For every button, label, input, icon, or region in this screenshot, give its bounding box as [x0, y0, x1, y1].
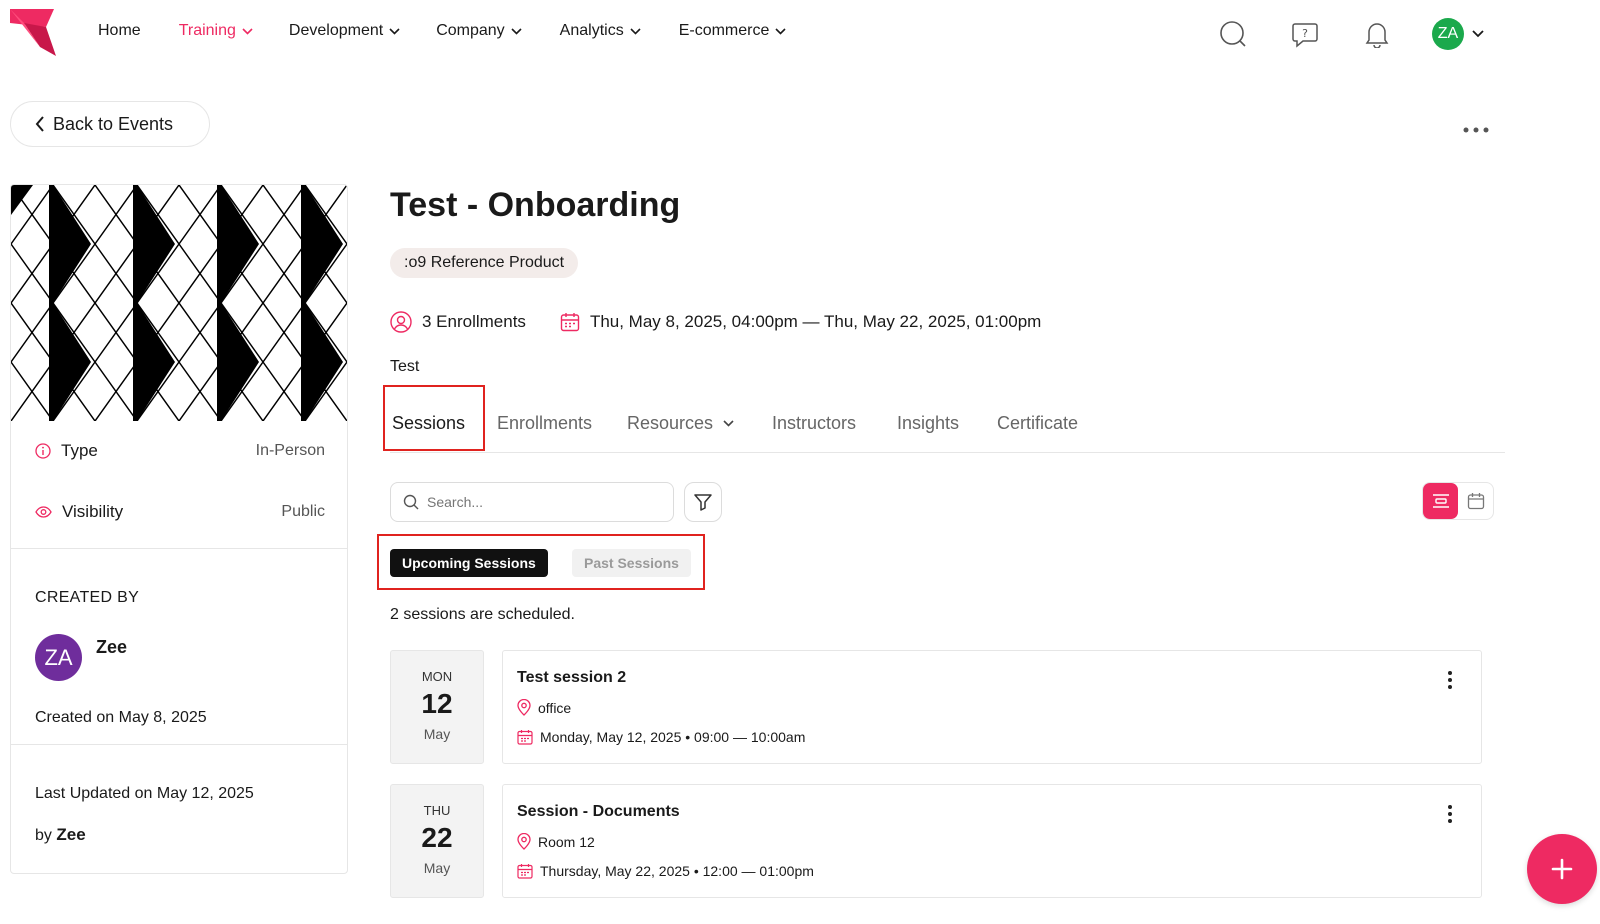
filter-icon [694, 494, 712, 511]
session-title: Session - Documents [517, 803, 680, 820]
type-value: In-Person [255, 442, 325, 459]
divider [11, 744, 347, 745]
created-by-label: CREATED BY [35, 589, 140, 606]
app-logo[interactable] [10, 9, 58, 57]
session-time: Thursday, May 22, 2025 • 12:00 — 01:00pm [517, 863, 814, 879]
nav-development[interactable]: Development [289, 22, 400, 40]
event-tabs: Sessions Enrollments Resources Instructo… [390, 393, 1505, 453]
event-summary-card: Type In-Person Visibility Public CREATED… [10, 184, 348, 874]
session-day: 22 [421, 822, 453, 853]
session-day: 12 [421, 688, 453, 719]
enrollments-count: 3 Enrollments [390, 311, 526, 333]
view-toggle [1422, 482, 1494, 520]
filter-button[interactable] [684, 482, 722, 522]
location-pin-icon [517, 699, 531, 716]
session-weekday: MON [421, 669, 453, 684]
tab-resources[interactable]: Resources [627, 393, 734, 453]
chevron-down-icon [242, 27, 253, 35]
back-to-events-label: Back to Events [53, 113, 174, 134]
session-date-box: MON 12 May [390, 650, 484, 764]
session-time-text: Thursday, May 22, 2025 • 12:00 — 01:00pm [540, 863, 814, 879]
back-to-events-button[interactable]: Back to Events [10, 101, 210, 147]
updated-by-text: by Zee [35, 825, 86, 845]
chevron-left-icon [35, 116, 44, 132]
location-pin-icon [517, 833, 531, 850]
session-time-text: Monday, May 12, 2025 • 09:00 — 10:00am [540, 729, 806, 745]
type-label: Type [61, 441, 98, 460]
info-icon [35, 443, 51, 459]
visibility-label: Visibility [62, 502, 124, 521]
tab-certificate[interactable]: Certificate [997, 393, 1078, 453]
calendar-icon [517, 730, 533, 745]
session-card[interactable]: Test session 2 office Monday, May 12, 20… [502, 650, 1482, 764]
tab-resources-label: Resources [627, 412, 714, 433]
event-main: Test - Onboarding :o9 Reference Product … [377, 0, 1505, 924]
chevron-down-icon [723, 419, 734, 427]
session-time: Monday, May 12, 2025 • 09:00 — 10:00am [517, 729, 805, 745]
tab-insights[interactable]: Insights [897, 393, 959, 453]
page-title: Test - Onboarding [390, 186, 681, 224]
sessions-count-text: 2 sessions are scheduled. [390, 606, 575, 623]
list-view-icon[interactable] [1423, 483, 1458, 519]
event-type-row: Type In-Person [11, 436, 347, 466]
event-date-range-text: Thu, May 8, 2025, 04:00pm — Thu, May 22,… [589, 312, 1042, 331]
search-icon [403, 494, 419, 510]
session-month: May [423, 726, 451, 742]
creator-avatar: ZA [35, 634, 82, 681]
updated-by-prefix: by [35, 827, 52, 844]
event-visibility-row: Visibility Public [11, 497, 347, 527]
nav-home-label: Home [98, 22, 141, 39]
plus-icon [1551, 858, 1573, 880]
session-location-text: Room 12 [538, 833, 595, 850]
product-chip: :o9 Reference Product [390, 248, 579, 278]
calendar-icon [560, 313, 580, 332]
event-date-range: Thu, May 8, 2025, 04:00pm — Thu, May 22,… [560, 312, 1041, 332]
nav-home[interactable]: Home [98, 22, 141, 40]
session-location-text: office [538, 699, 572, 716]
nav-training[interactable]: Training [179, 22, 253, 40]
creator-name: Zee [96, 637, 128, 657]
calendar-icon [517, 864, 533, 879]
past-sessions-toggle[interactable]: Past Sessions [572, 549, 691, 577]
updated-by-name: Zee [56, 825, 86, 844]
kebab-menu-icon[interactable] [1448, 805, 1459, 828]
upcoming-sessions-toggle[interactable]: Upcoming Sessions [390, 549, 548, 577]
session-location: Room 12 [517, 833, 595, 850]
tab-sessions[interactable]: Sessions [392, 393, 465, 453]
divider [11, 548, 347, 549]
session-title: Test session 2 [517, 669, 627, 686]
created-on-text: Created on May 8, 2025 [35, 709, 207, 726]
tab-enrollments[interactable]: Enrollments [497, 393, 592, 453]
session-search[interactable] [390, 482, 674, 522]
nav-training-label: Training [178, 22, 236, 39]
calendar-view-icon[interactable] [1458, 483, 1493, 519]
session-weekday: THU [423, 803, 451, 818]
add-session-button[interactable] [1527, 834, 1597, 904]
enrollments-count-text: 3 Enrollments [422, 312, 526, 331]
last-updated-text: Last Updated on May 12, 2025 [35, 785, 254, 802]
kebab-menu-icon[interactable] [1448, 671, 1459, 694]
tab-instructors[interactable]: Instructors [772, 393, 856, 453]
eye-icon [35, 506, 52, 518]
visibility-value: Public [281, 503, 325, 520]
search-input[interactable] [427, 494, 657, 510]
nav-development-label: Development [288, 22, 384, 39]
user-circle-icon [390, 311, 412, 333]
session-date-box: THU 22 May [390, 784, 484, 898]
session-location: office [517, 699, 571, 716]
event-info-row: 3 Enrollments Thu, May 8, 2025, 04:00pm … [390, 311, 1075, 333]
session-month: May [423, 860, 451, 876]
event-description: Test [390, 358, 420, 375]
session-card[interactable]: Session - Documents Room 12 Thursday, Ma… [502, 784, 1482, 898]
event-cover-image [11, 185, 347, 421]
